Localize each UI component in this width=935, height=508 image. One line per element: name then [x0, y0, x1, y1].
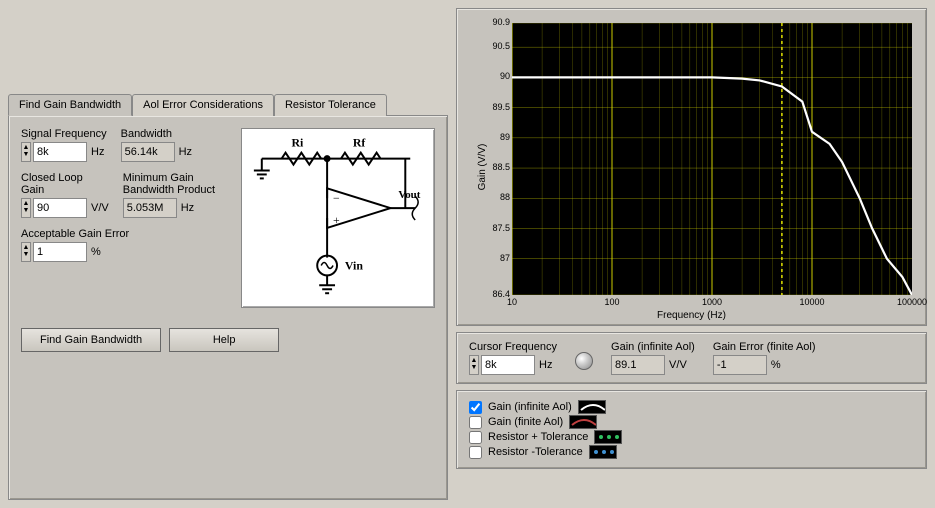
legend-checkbox-3[interactable]	[469, 446, 482, 459]
chart-ytick: 88.5	[478, 162, 510, 172]
legend-row: Gain (infinite Aol)	[469, 400, 914, 414]
label-cursor-error: Gain Error (finite Aol)	[713, 341, 816, 353]
label-cursor-freq: Cursor Frequency	[469, 341, 557, 353]
legend-label: Resistor + Tolerance	[488, 431, 588, 443]
chart-ytick: 90.5	[478, 41, 510, 51]
panel-find-gain-bw: Signal Frequency ▲▼ Hz Bandwidth Hz	[8, 115, 448, 500]
output-cursor-gain	[611, 355, 665, 375]
svg-text:−: −	[333, 191, 340, 205]
chart-ytick: 88	[478, 192, 510, 202]
chart-ytick: 90	[478, 71, 510, 81]
chart-xtick: 10000	[799, 297, 824, 307]
label-min-gbp: Minimum Gain Bandwidth Product	[123, 172, 241, 196]
legend-row: Resistor + Tolerance	[469, 430, 914, 444]
legend-checkbox-1[interactable]	[469, 416, 482, 429]
tab-aol-error[interactable]: Aol Error Considerations	[132, 94, 274, 116]
legend-checkbox-0[interactable]	[469, 401, 482, 414]
tab-find-gain-bw[interactable]: Find Gain Bandwidth	[8, 94, 132, 116]
chart-xtick: 100000	[897, 297, 927, 307]
cursor-panel: Cursor Frequency ▲▼ Hz Gain (infinite Ao…	[456, 332, 927, 384]
chart-ytick: 86.4	[478, 289, 510, 299]
svg-text:+: +	[333, 213, 340, 227]
chart-ytick: 87.5	[478, 223, 510, 233]
gain-chart[interactable]: Gain (V/V) Frequency (Hz) 90.990.59089.5…	[456, 8, 927, 326]
legend-row: Gain (finite Aol)	[469, 415, 914, 429]
circuit-label-vout: Vout	[398, 189, 420, 201]
legend-label: Gain (infinite Aol)	[488, 401, 572, 413]
unit-gain-error: %	[91, 246, 101, 258]
tab-resistor-tolerance[interactable]: Resistor Tolerance	[274, 94, 387, 116]
chart-ytick: 89	[478, 132, 510, 142]
label-gain-error: Acceptable Gain Error	[21, 228, 129, 240]
circuit-label-ri: Ri	[291, 136, 304, 150]
chart-xtick: 1000	[702, 297, 722, 307]
spinner-cursor-freq[interactable]: ▲▼	[469, 355, 479, 375]
chart-xtick: 100	[604, 297, 619, 307]
unit-signal-freq: Hz	[91, 146, 104, 158]
input-closed-loop-gain[interactable]	[33, 198, 87, 218]
legend-swatch-icon	[578, 400, 606, 414]
legend-row: Resistor -Tolerance	[469, 445, 914, 459]
tab-bar: Find Gain Bandwidth Aol Error Considerat…	[8, 93, 448, 115]
label-signal-freq: Signal Frequency	[21, 128, 107, 140]
legend-swatch-icon	[594, 430, 622, 444]
label-closed-loop-gain: Closed Loop Gain	[21, 172, 109, 196]
find-gain-bw-button[interactable]: Find Gain Bandwidth	[21, 328, 161, 352]
input-gain-error[interactable]	[33, 242, 87, 262]
unit-bandwidth: Hz	[179, 146, 192, 158]
chart-ytick: 89.5	[478, 102, 510, 112]
help-button[interactable]: Help	[169, 328, 279, 352]
legend-label: Gain (finite Aol)	[488, 416, 563, 428]
chart-xlabel: Frequency (Hz)	[657, 310, 726, 321]
legend-swatch-icon	[569, 415, 597, 429]
circuit-label-vin: Vin	[345, 258, 363, 272]
spinner-closed-loop-gain[interactable]: ▲▼	[21, 198, 31, 218]
legend-label: Resistor -Tolerance	[488, 446, 583, 458]
circuit-label-rf: Rf	[353, 136, 367, 150]
unit-cursor-error: %	[771, 359, 781, 371]
legend-panel: Gain (infinite Aol) Gain (finite Aol) Resi…	[456, 390, 927, 469]
unit-min-gbp: Hz	[181, 202, 194, 214]
label-cursor-gain: Gain (infinite Aol)	[611, 341, 695, 353]
output-bandwidth	[121, 142, 175, 162]
chart-ytick: 90.9	[478, 17, 510, 27]
input-cursor-freq[interactable]	[481, 355, 535, 375]
output-cursor-error	[713, 355, 767, 375]
spinner-gain-error[interactable]: ▲▼	[21, 242, 31, 262]
unit-closed-loop-gain: V/V	[91, 202, 109, 214]
chart-ytick: 87	[478, 253, 510, 263]
circuit-diagram: − + Ri Rf Vout Vin	[241, 128, 435, 308]
output-min-gbp	[123, 198, 177, 218]
unit-cursor-gain: V/V	[669, 359, 687, 371]
spinner-signal-freq[interactable]: ▲▼	[21, 142, 31, 162]
chart-xtick: 10	[507, 297, 517, 307]
unit-cursor-freq: Hz	[539, 359, 552, 371]
label-bandwidth: Bandwidth	[121, 128, 192, 140]
input-signal-freq[interactable]	[33, 142, 87, 162]
cursor-led-icon[interactable]	[575, 352, 593, 370]
legend-swatch-icon	[589, 445, 617, 459]
legend-checkbox-2[interactable]	[469, 431, 482, 444]
